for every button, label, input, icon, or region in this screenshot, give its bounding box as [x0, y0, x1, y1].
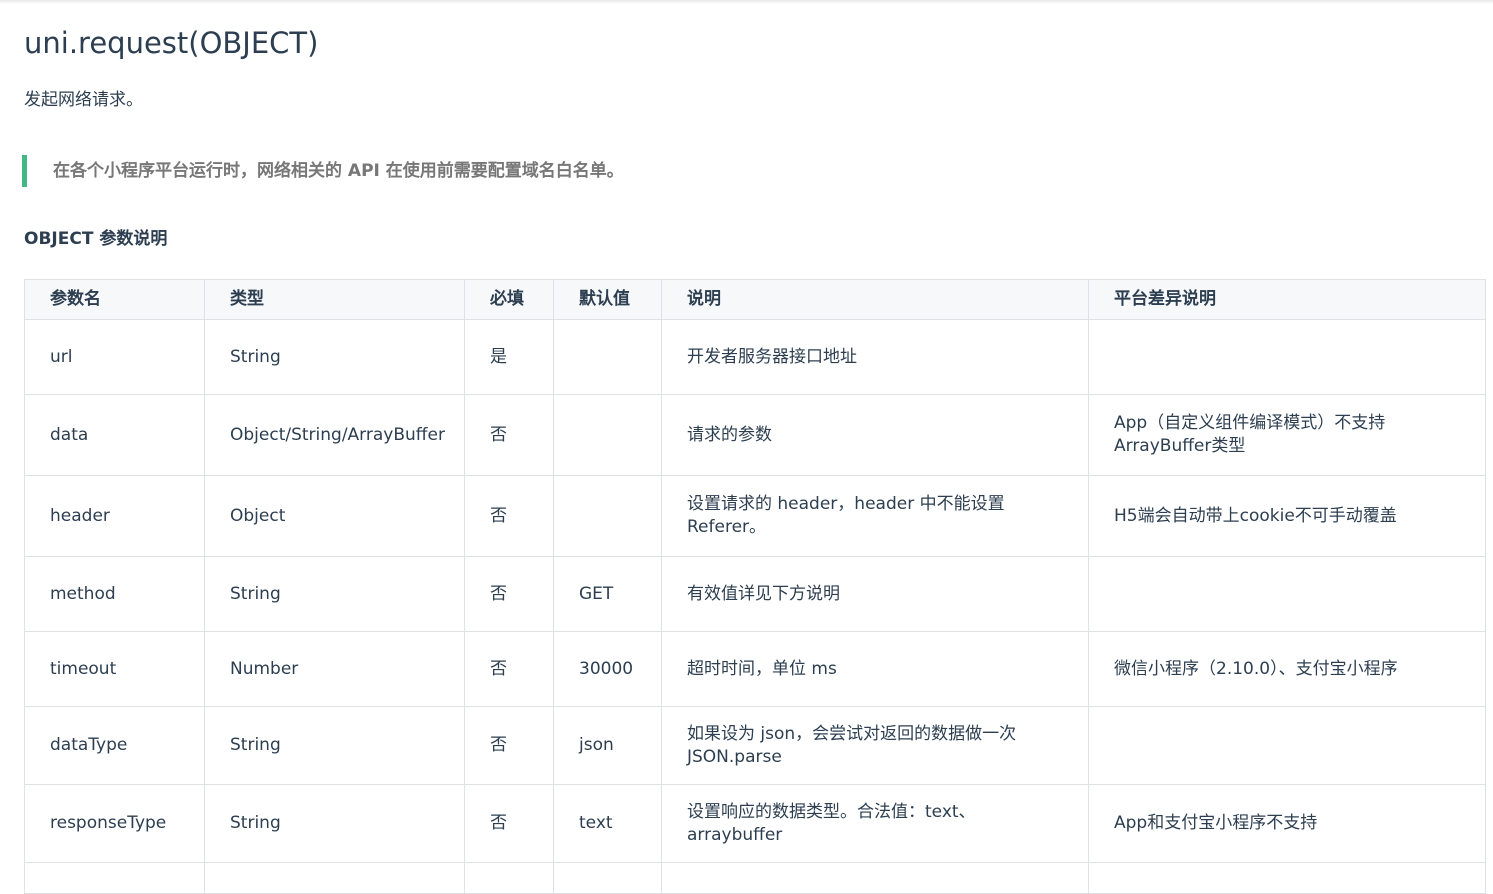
cell-description: 请求的参数 [661, 394, 1089, 476]
cell-empty [24, 862, 205, 894]
table-row: url String 是 开发者服务器接口地址 [24, 319, 1486, 395]
header-param-name: 参数名 [24, 279, 205, 320]
cell-platform-diff: App和支付宝小程序不支持 [1088, 784, 1486, 863]
cell-param-name: url [24, 319, 205, 395]
cell-type: String [204, 706, 465, 785]
cell-default: json [553, 706, 662, 785]
table-header-row: 参数名 类型 必填 默认值 说明 平台差异说明 [24, 279, 1486, 320]
cell-default: text [553, 784, 662, 863]
cell-platform-diff: H5端会自动带上cookie不可手动覆盖 [1088, 475, 1486, 557]
cell-type: Object/String/ArrayBuffer [204, 394, 465, 476]
header-default: 默认值 [553, 279, 662, 320]
table-row: dataType String 否 json 如果设为 json，会尝试对返回的… [24, 706, 1486, 785]
cell-description: 开发者服务器接口地址 [661, 319, 1089, 395]
page-title: uni.request(OBJECT) [24, 26, 319, 60]
cell-platform-diff: 微信小程序（2.10.0）、支付宝小程序 [1088, 631, 1486, 707]
cell-empty [1088, 862, 1486, 894]
cell-type: String [204, 784, 465, 863]
cell-required: 是 [464, 319, 554, 395]
cell-empty [464, 862, 554, 894]
cell-required: 否 [464, 631, 554, 707]
cell-empty [204, 862, 465, 894]
cell-empty [553, 862, 662, 894]
cell-default [553, 475, 662, 557]
cell-description: 有效值详见下方说明 [661, 556, 1089, 632]
table-row: header Object 否 设置请求的 header，header 中不能设… [24, 475, 1486, 557]
header-type: 类型 [204, 279, 465, 320]
cell-param-name: data [24, 394, 205, 476]
cell-platform-diff [1088, 706, 1486, 785]
cell-description: 设置响应的数据类型。合法值：text、arraybuffer [661, 784, 1089, 863]
cell-default: GET [553, 556, 662, 632]
cell-type: Object [204, 475, 465, 557]
table-row: method String 否 GET 有效值详见下方说明 [24, 556, 1486, 632]
cell-required: 否 [464, 706, 554, 785]
cell-param-name: responseType [24, 784, 205, 863]
table-row: data Object/String/ArrayBuffer 否 请求的参数 A… [24, 394, 1486, 476]
tip-blockquote: 在各个小程序平台运行时，网络相关的 API 在使用前需要配置域名白名单。 [22, 155, 1022, 187]
table-row: timeout Number 否 30000 超时时间，单位 ms 微信小程序（… [24, 631, 1486, 707]
cell-empty [661, 862, 1089, 894]
cell-required: 否 [464, 784, 554, 863]
cell-platform-diff [1088, 556, 1486, 632]
cell-required: 否 [464, 556, 554, 632]
table-row: responseType String 否 text 设置响应的数据类型。合法值… [24, 784, 1486, 863]
header-required: 必填 [464, 279, 554, 320]
cell-description: 如果设为 json，会尝试对返回的数据做一次 JSON.parse [661, 706, 1089, 785]
params-table: 参数名 类型 必填 默认值 说明 平台差异说明 url String 是 开发者… [24, 279, 1486, 894]
cell-default [553, 394, 662, 476]
cell-type: Number [204, 631, 465, 707]
cell-type: String [204, 319, 465, 395]
cell-param-name: method [24, 556, 205, 632]
header-description: 说明 [661, 279, 1089, 320]
page-description: 发起网络请求。 [24, 90, 143, 110]
cell-default: 30000 [553, 631, 662, 707]
section-title: OBJECT 参数说明 [24, 229, 168, 249]
cell-description: 设置请求的 header，header 中不能设置 Referer。 [661, 475, 1089, 557]
cell-type: String [204, 556, 465, 632]
cell-platform-diff: App（自定义组件编译模式）不支持ArrayBuffer类型 [1088, 394, 1486, 476]
header-platform-diff: 平台差异说明 [1088, 279, 1486, 320]
cell-param-name: dataType [24, 706, 205, 785]
cell-description: 超时时间，单位 ms [661, 631, 1089, 707]
cell-required: 否 [464, 394, 554, 476]
cell-param-name: timeout [24, 631, 205, 707]
table-row-partial [24, 862, 1486, 894]
cell-param-name: header [24, 475, 205, 557]
cell-required: 否 [464, 475, 554, 557]
cell-default [553, 319, 662, 395]
cell-platform-diff [1088, 319, 1486, 395]
top-shadow [0, 0, 1493, 4]
